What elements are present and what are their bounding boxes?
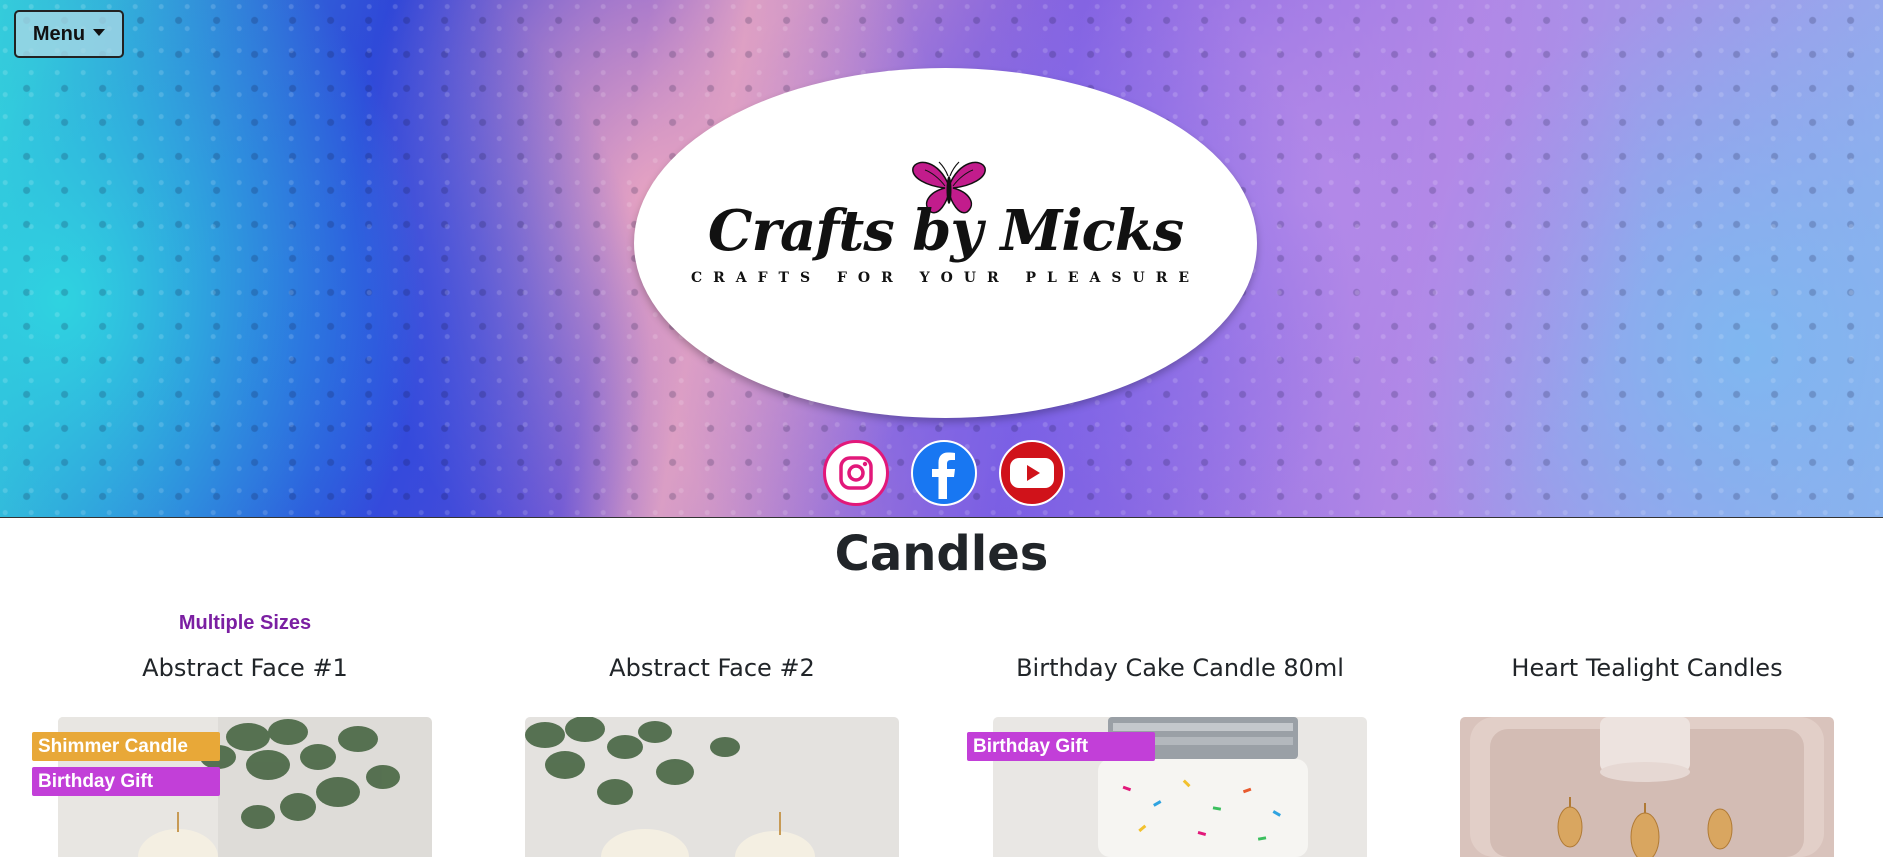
instagram-icon [839,456,873,490]
product-photo[interactable] [525,717,899,857]
candle-photo-image [525,717,899,857]
product-card[interactable]: Heart Tealight Candles [1460,612,1834,857]
social-links [823,440,1065,506]
product-card[interactable]: Abstract Face #2 [525,612,899,857]
logo-tagline: CRAFTS FOR YOUR PLEASURE [690,270,1201,286]
youtube-icon [1010,458,1054,488]
multiple-sizes-note: Multiple Sizes [178,612,312,634]
product-name[interactable]: Heart Tealight Candles [1460,648,1834,688]
product-name[interactable]: Birthday Cake Candle 80ml [993,648,1367,688]
product-card[interactable]: Birthday Cake Candle 80ml Birthday Gift [967,612,1367,857]
product-name[interactable]: Abstract Face #1 [58,648,432,688]
site-logo[interactable]: Crafts by Micks CRAFTS FOR YOUR PLEASURE [634,68,1257,418]
tealight-photo-image [1460,717,1834,857]
multiple-sizes-note [993,612,1367,642]
chevron-down-icon [93,28,106,36]
product-card[interactable]: Multiple Sizes Abstract Face #1 Shimmer … [32,612,432,857]
product-photo[interactable] [1460,717,1834,857]
multiple-sizes-note [1460,612,1834,642]
multiple-sizes-note [525,612,899,642]
youtube-link[interactable] [999,440,1065,506]
facebook-icon [932,452,955,499]
page-title: Candles [834,526,1049,582]
product-name[interactable]: Abstract Face #2 [525,648,899,688]
badge-birthday-gift: Birthday Gift [967,732,1155,761]
logo-wordmark: Crafts by Micks [707,198,1184,264]
menu-button[interactable]: Menu [14,10,124,58]
menu-label: Menu [32,22,86,45]
badge-shimmer-candle: Shimmer Candle [32,732,220,761]
product-badges: Birthday Gift [967,732,1155,761]
facebook-link[interactable] [911,440,977,506]
hero-banner: Menu Crafts by Micks CRAFTS FOR YOUR PLE… [0,0,1883,518]
product-badges: Shimmer Candle Birthday Gift [32,732,220,796]
badge-birthday-gift: Birthday Gift [32,767,220,796]
instagram-link[interactable] [823,440,889,506]
